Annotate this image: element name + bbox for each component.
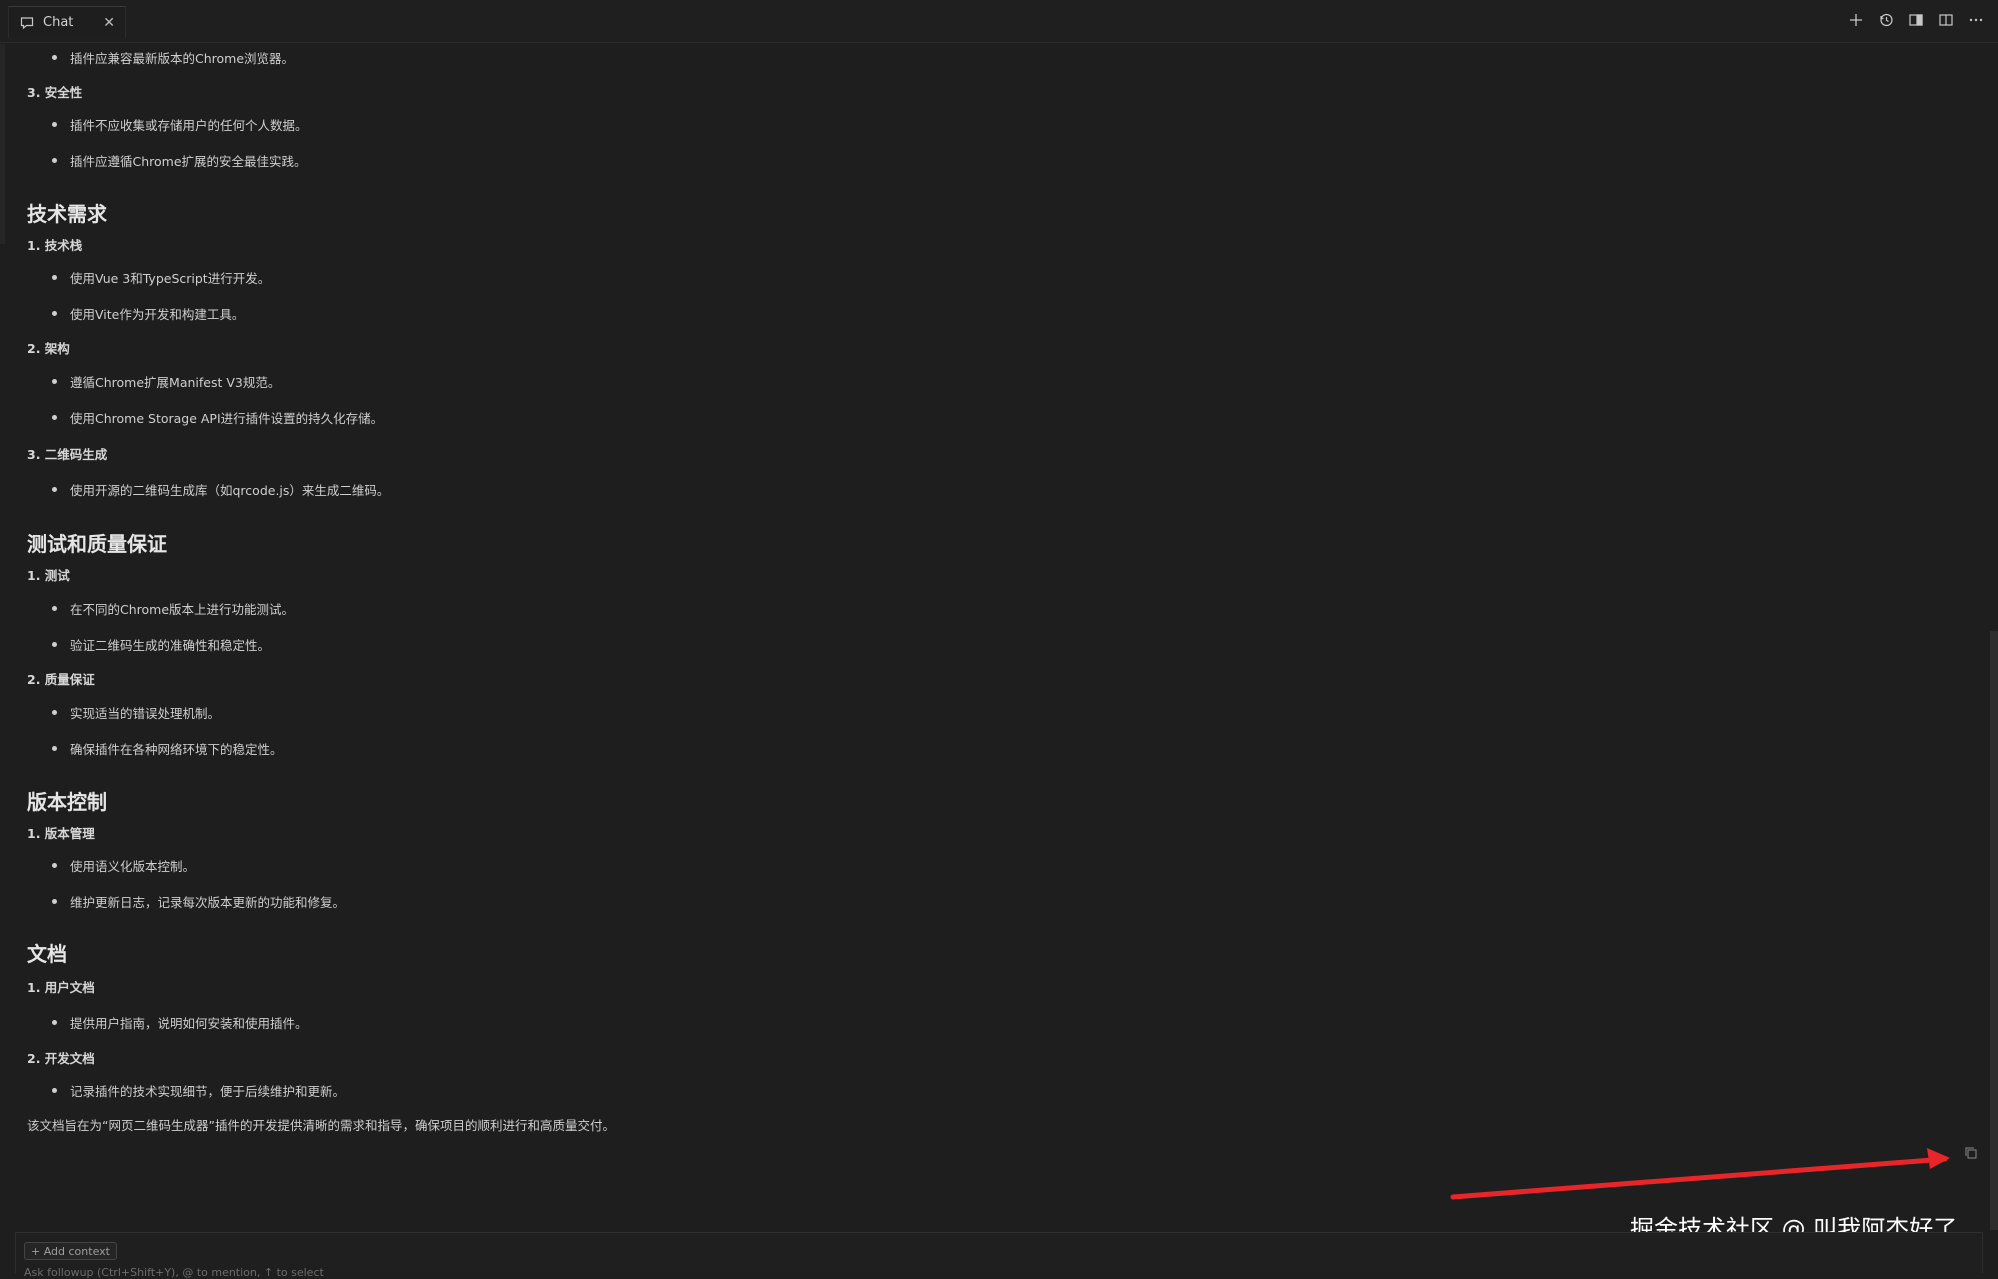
numbered-heading: 1. 版本管理 [27,826,95,841]
tab-title: Chat [43,15,74,30]
numbered-heading: 3. 二维码生成 [27,447,108,462]
new-chat-icon[interactable] [1848,12,1864,28]
chat-message-content: 插件应兼容最新版本的Chrome浏览器。 3. 安全性 插件不应收集或存储用户的… [0,44,1998,1230]
list-item: 在不同的Chrome版本上进行功能测试。 [51,599,294,618]
header-actions [1848,12,1984,28]
numbered-heading: 2. 架构 [27,341,70,356]
chat-bubble-icon [19,15,35,31]
list-item: 使用开源的二维码生成库（如qrcode.js）来生成二维码。 [51,480,389,499]
list-item: 提供用户指南，说明如何安装和使用插件。 [52,1013,308,1032]
copy-icon[interactable] [1964,1145,1978,1159]
list-item: 遵循Chrome扩展Manifest V3规范。 [51,372,280,391]
add-context-button[interactable]: + Add context [24,1242,117,1260]
list-item: 验证二维码生成的准确性和稳定性。 [51,635,270,654]
numbered-heading: 2. 开发文档 [27,1051,95,1066]
list-item: 维护更新日志，记录每次版本更新的功能和修复。 [51,892,345,911]
scrollbar[interactable] [1990,631,1998,1230]
numbered-heading: 3. 安全性 [27,85,83,100]
list-item: 确保插件在各种网络环境下的稳定性。 [52,739,283,758]
list-item: 实现适当的错误处理机制。 [51,703,220,722]
chat-panel-header: Chat ✕ [0,0,1998,43]
history-icon[interactable] [1878,12,1894,28]
chat-input-area: + Add context [15,1232,1983,1279]
list-item: 记录插件的技术实现细节，便于后续维护和更新。 [51,1081,345,1100]
numbered-heading: 1. 测试 [27,568,70,583]
numbered-heading: 2. 质量保证 [27,672,95,687]
list-item: 使用语义化版本控制。 [51,856,195,875]
list-item: 插件应兼容最新版本的Chrome浏览器。 [51,48,294,67]
annotation-arrow [1450,1148,1950,1200]
numbered-heading: 1. 技术栈 [27,238,83,253]
section-heading: 版本控制 [27,790,107,814]
panel-toggle-icon[interactable] [1908,12,1924,28]
chat-followup-input[interactable] [24,1265,924,1279]
numbered-heading: 1. 用户文档 [27,980,95,995]
tab-chat[interactable]: Chat ✕ [8,6,126,38]
section-heading: 文档 [27,942,67,966]
close-icon[interactable]: ✕ [103,15,115,31]
section-heading: 测试和质量保证 [27,532,167,556]
list-item: 使用Vite作为开发和构建工具。 [51,304,244,323]
list-item: 使用Vue 3和TypeScript进行开发。 [51,268,270,287]
split-panel-icon[interactable] [1938,12,1954,28]
more-icon[interactable] [1968,12,1984,28]
list-item: 插件不应收集或存储用户的任何个人数据。 [52,115,308,134]
section-heading: 技术需求 [27,202,107,226]
left-gutter [0,44,5,244]
list-item: 插件应遵循Chrome扩展的安全最佳实践。 [52,151,307,170]
closing-paragraph: 该文档旨在为“网页二维码生成器”插件的开发提供清晰的需求和指导，确保项目的顺利进… [27,1118,615,1133]
list-item: 使用Chrome Storage API进行插件设置的持久化存储。 [51,408,383,427]
